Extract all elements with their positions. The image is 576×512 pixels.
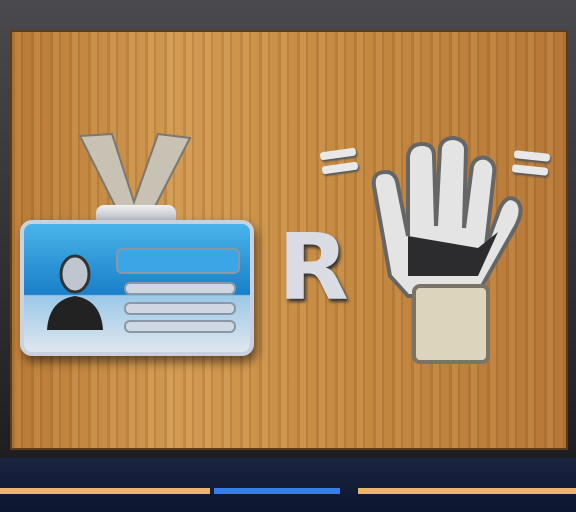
bottom-bar [0,458,576,512]
badge-name-field [116,248,240,274]
badge-line [124,320,236,333]
bottom-stripe-blue [214,488,340,494]
id-badge-icon [20,220,254,356]
glove-icon [371,136,523,364]
glove-cuff [412,284,490,364]
person-icon [47,254,103,330]
bottom-stripe [358,488,576,494]
letter-r: R [278,214,349,321]
bottom-stripe [0,488,210,494]
badge-line [124,302,236,315]
badge-line [124,282,236,295]
